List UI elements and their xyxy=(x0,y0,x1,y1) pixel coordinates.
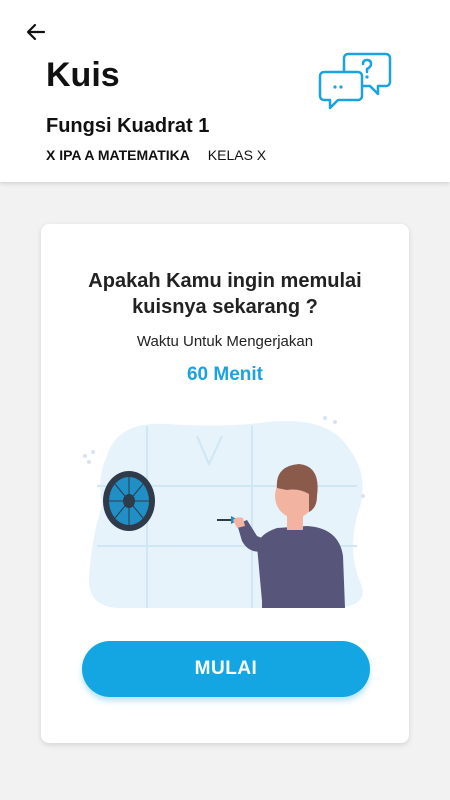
quiz-start-card: Apakah Kamu ingin memulai kuisnya sekara… xyxy=(41,224,409,743)
header: Kuis Fungsi Kuadrat 1 X IPA A MATEMATIKA… xyxy=(0,0,450,182)
quiz-name: Fungsi Kuadrat 1 xyxy=(46,115,210,137)
quiz-meta: X IPA A MATEMATIKA KELAS X xyxy=(46,147,266,163)
start-button[interactable]: MULAI xyxy=(82,641,370,697)
question-line-1: Apakah Kamu ingin memulai xyxy=(88,270,362,292)
page-title: Kuis xyxy=(46,56,120,94)
back-button[interactable] xyxy=(20,18,52,46)
question-line-2: kuisnya sekarang ? xyxy=(132,296,318,318)
time-label: Waktu Untuk Mengerjakan xyxy=(136,333,314,350)
dart-player-illustration xyxy=(83,416,365,608)
class-label: KELAS X xyxy=(207,147,267,163)
subject-label: X IPA A MATEMATIKA xyxy=(46,147,190,163)
start-question: Apakah Kamu ingin memulai kuisnya sekara… xyxy=(41,268,409,320)
chat-question-icon xyxy=(318,52,392,110)
time-value: 60 Menit xyxy=(186,364,264,385)
arrow-left-icon xyxy=(26,23,46,41)
